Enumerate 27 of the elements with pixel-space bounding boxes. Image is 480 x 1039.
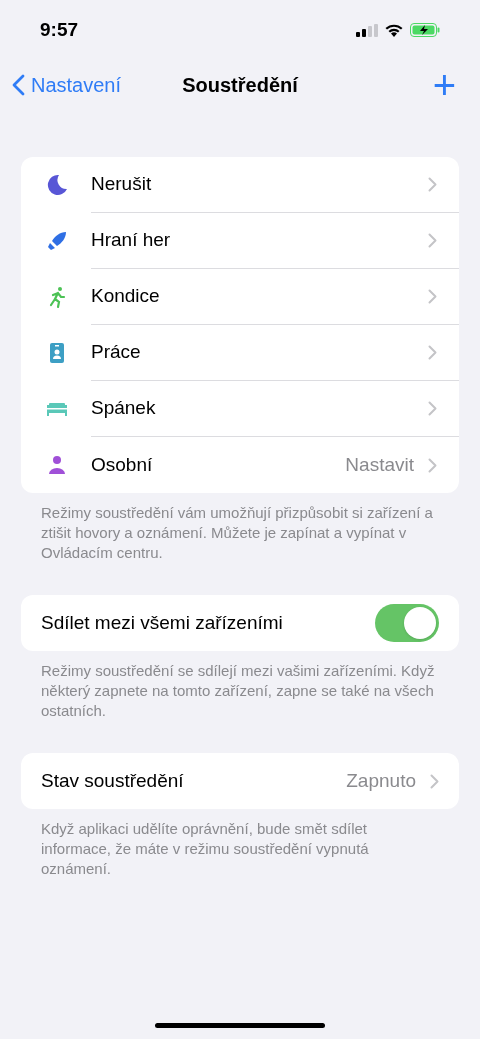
chevron-icon — [428, 457, 437, 473]
chevron-icon — [430, 773, 439, 789]
signal-icon — [356, 23, 378, 37]
chevron-icon — [428, 177, 437, 192]
focus-mode-row[interactable]: Práce — [21, 325, 459, 381]
nav-title: Soustředění — [182, 73, 298, 98]
chevron-icon — [428, 345, 437, 360]
focus-mode-row[interactable]: Osobní Nastavit — [21, 437, 459, 493]
share-toggle[interactable] — [375, 604, 439, 642]
chevron-icon — [428, 401, 437, 416]
focus-status-row[interactable]: Stav soustředění Zapnuto — [21, 753, 459, 809]
back-chevron-icon — [12, 74, 25, 96]
status-time: 9:57 — [40, 17, 79, 42]
section-footer: Režimy soustředění se sdílejí mezi vašimi zařízeními. Když některý zapnete na tomto zařízení, zapne se také na všech ostatních. — [21, 651, 459, 721]
section-footer: Režimy soustředění vám umožňují přizpůsobit si zařízení a ztišit hovory a oznámení. Můžete je zapínat a vypínat v Ovládacím centru. — [21, 493, 459, 563]
wifi-icon — [384, 23, 404, 37]
focus-mode-row[interactable]: Kondice — [21, 269, 459, 325]
add-button[interactable]: + — [432, 65, 468, 105]
chevron-icon — [428, 289, 437, 304]
focus-mode-row[interactable]: Hraní her — [21, 213, 459, 269]
chevron-icon — [428, 233, 437, 248]
share-label: Sdílet mezi všemi zařízeními — [41, 610, 283, 635]
focus-mode-row[interactable]: Spánek — [21, 381, 459, 437]
focus-mode-row[interactable]: Nerušit — [21, 157, 459, 213]
back-button[interactable]: Nastavení — [12, 70, 122, 100]
battery-icon — [410, 23, 440, 37]
section-footer: Když aplikaci udělíte oprávnění, bude smět sdílet informace, že máte v režimu soustředění vypnutá oznámení. — [21, 809, 459, 879]
